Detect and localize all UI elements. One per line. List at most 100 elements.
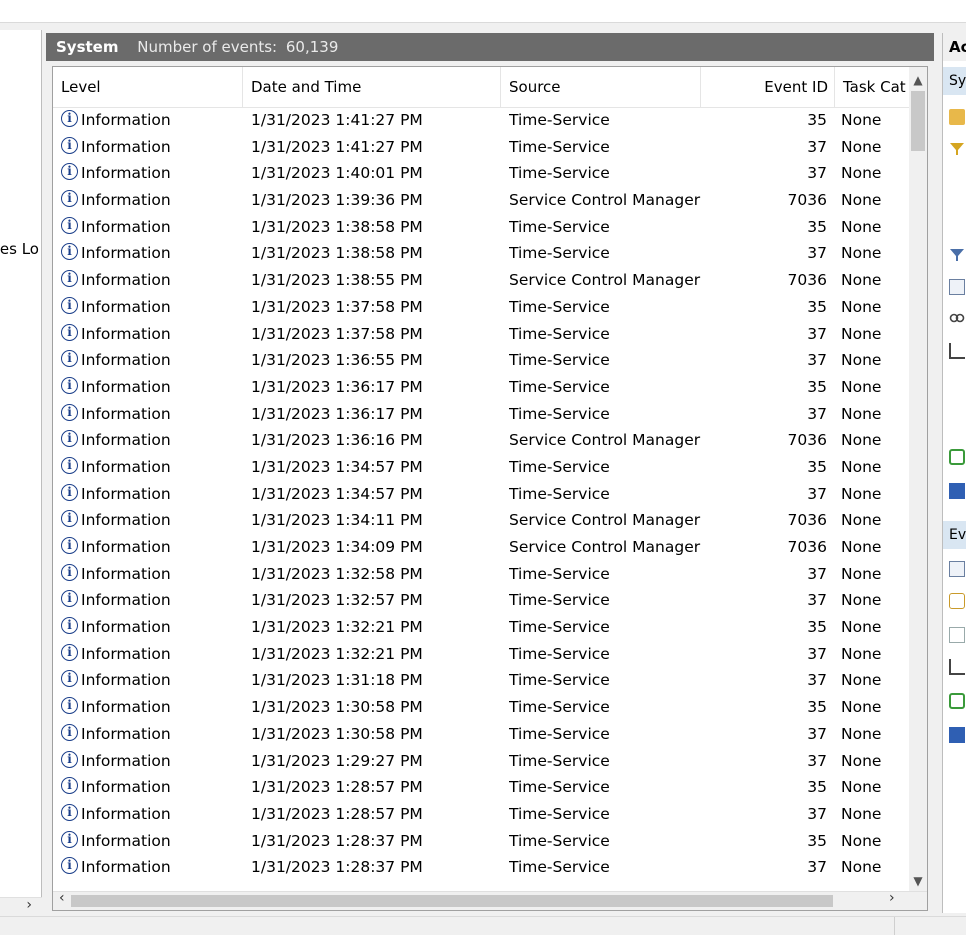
level-text: Information [81, 111, 171, 129]
cell-level: i Information [61, 534, 251, 561]
cell-event-id: 37 [807, 724, 827, 743]
level-text: Information [81, 751, 171, 770]
info-icon: i [61, 777, 78, 795]
table-row[interactable]: i Information 1/31/2023 1:34:57 PM Time-Ser… [53, 454, 911, 481]
table-row[interactable]: i Information 1/31/2023 1:36:55 PM Time-Ser… [53, 347, 911, 374]
help-icon[interactable] [949, 727, 965, 743]
actions-section-event[interactable]: Ev [943, 521, 966, 549]
chevron-right-icon[interactable]: › [889, 890, 895, 906]
table-row[interactable]: i Information 1/31/2023 1:36:16 PM Service … [53, 427, 911, 454]
find-icon[interactable] [949, 311, 965, 327]
refresh-icon[interactable] [949, 693, 965, 709]
column-header-date-time[interactable]: Date and Time [243, 67, 501, 107]
table-row[interactable]: i Information 1/31/2023 1:40:01 PM Time-Ser… [53, 160, 911, 187]
table-row[interactable]: i Information 1/31/2023 1:31:18 PM Time-Ser… [53, 667, 911, 694]
cell-task-category: None [841, 457, 882, 476]
horizontal-scrollbar[interactable]: ‹ › [53, 890, 927, 910]
cell-date-time: 1/31/2023 1:32:21 PM [251, 618, 423, 637]
cell-event-id: 35 [807, 831, 827, 850]
filter-icon[interactable] [949, 247, 965, 263]
filter-icon[interactable] [949, 141, 965, 157]
tree-horizontal-scrollbar[interactable]: › [0, 897, 42, 916]
cell-task-category: None [841, 618, 882, 637]
vertical-scrollbar[interactable]: ▲ ▼ [909, 67, 927, 894]
cell-level: i Information [61, 374, 251, 401]
table-row[interactable]: i Information 1/31/2023 1:38:58 PM Time-Ser… [53, 240, 911, 267]
table-row[interactable]: i Information 1/31/2023 1:28:37 PM Time-Ser… [53, 854, 911, 881]
table-row[interactable]: i Information 1/31/2023 1:30:58 PM Time-Ser… [53, 721, 911, 748]
table-row[interactable]: i Information 1/31/2023 1:32:57 PM Time-Ser… [53, 587, 911, 614]
table-row[interactable]: i Information 1/31/2023 1:36:17 PM Time-Ser… [53, 374, 911, 401]
info-icon: i [61, 723, 78, 741]
properties-icon[interactable] [949, 279, 965, 295]
cell-date-time: 1/31/2023 1:40:01 PM [251, 164, 423, 183]
help-icon[interactable] [949, 483, 965, 499]
table-row[interactable]: i Information 1/31/2023 1:34:57 PM Time-Ser… [53, 481, 911, 508]
info-icon: i [61, 350, 78, 368]
table-row[interactable]: i Information 1/31/2023 1:37:58 PM Time-Ser… [53, 294, 911, 321]
column-header-level[interactable]: Level [53, 67, 243, 107]
table-row[interactable]: i Information 1/31/2023 1:32:21 PM Time-Ser… [53, 614, 911, 641]
tree-item-label[interactable]: es Lo [0, 240, 39, 258]
info-icon: i [61, 830, 78, 848]
status-divider [894, 917, 895, 935]
cell-level: i Information [61, 187, 251, 214]
chevron-up-icon[interactable]: ▲ [909, 73, 927, 87]
table-row[interactable]: i Information 1/31/2023 1:41:27 PM Time-Ser… [53, 134, 911, 161]
attach-task-icon[interactable] [949, 593, 965, 609]
chevron-left-icon[interactable]: ‹ [59, 890, 65, 906]
table-row[interactable]: i Information 1/31/2023 1:38:55 PM Service … [53, 267, 911, 294]
chevron-right-icon[interactable]: › [26, 897, 32, 913]
cell-event-id: 7036 [787, 191, 827, 210]
chevron-down-icon[interactable]: ▼ [909, 874, 927, 888]
level-text: Information [81, 778, 171, 797]
cell-date-time: 1/31/2023 1:28:57 PM [251, 804, 423, 823]
table-row[interactable]: i Information 1/31/2023 1:39:36 PM Service … [53, 187, 911, 214]
cell-date-time: 1/31/2023 1:41:27 PM [251, 137, 423, 156]
table-row[interactable]: i Information 1/31/2023 1:32:21 PM Time-Ser… [53, 641, 911, 668]
table-row[interactable]: i Information 1/31/2023 1:34:11 PM Service … [53, 507, 911, 534]
level-text: Information [81, 244, 171, 263]
table-row[interactable]: i Information 1/31/2023 1:28:57 PM Time-Ser… [53, 801, 911, 828]
table-row[interactable]: i Information 1/31/2023 1:30:58 PM Time-Ser… [53, 694, 911, 721]
refresh-icon[interactable] [949, 449, 965, 465]
cell-level: i Information [61, 401, 251, 428]
cell-event-id: 37 [807, 858, 827, 877]
vertical-scroll-thumb[interactable] [911, 91, 925, 151]
cell-task-category: None [841, 778, 882, 797]
table-row[interactable]: i Information 1/31/2023 1:41:27 PM Time-Ser… [53, 107, 911, 134]
copy-icon[interactable] [949, 627, 965, 643]
actions-section-system[interactable]: Sy [943, 67, 966, 95]
cell-event-id: 37 [807, 671, 827, 690]
open-log-icon[interactable] [949, 109, 965, 125]
table-row[interactable]: i Information 1/31/2023 1:28:37 PM Time-Ser… [53, 828, 911, 855]
table-row[interactable]: i Information 1/31/2023 1:37:58 PM Time-Ser… [53, 321, 911, 348]
cell-level: i Information [61, 347, 251, 374]
info-icon: i [61, 803, 78, 821]
cell-event-id: 7036 [787, 271, 827, 290]
event-properties-icon[interactable] [949, 561, 965, 577]
actions-header: Ac [943, 33, 966, 61]
table-row[interactable]: i Information 1/31/2023 1:34:09 PM Service … [53, 534, 911, 561]
column-header-source[interactable]: Source [501, 67, 701, 107]
log-header: System Number of events: 60,139 [46, 33, 934, 61]
cell-event-id: 37 [807, 137, 827, 156]
info-icon: i [61, 136, 78, 154]
cell-date-time: 1/31/2023 1:31:18 PM [251, 671, 423, 690]
column-header-event-id[interactable]: Event ID [701, 67, 835, 107]
horizontal-scroll-thumb[interactable] [71, 895, 833, 907]
cell-date-time: 1/31/2023 1:34:09 PM [251, 538, 423, 556]
table-row[interactable]: i Information 1/31/2023 1:36:17 PM Time-Ser… [53, 401, 911, 428]
column-header-task-category[interactable]: Task Cat [835, 67, 911, 107]
save-icon[interactable] [949, 659, 965, 675]
table-row[interactable]: i Information 1/31/2023 1:38:58 PM Time-Ser… [53, 214, 911, 241]
table-row[interactable]: i Information 1/31/2023 1:29:27 PM Time-Ser… [53, 748, 911, 775]
save-icon[interactable] [949, 343, 965, 359]
cell-date-time: 1/31/2023 1:39:36 PM [251, 191, 423, 210]
cell-level: i Information [61, 507, 251, 534]
table-row[interactable]: i Information 1/31/2023 1:32:58 PM Time-Ser… [53, 561, 911, 588]
table-header: Level Date and Time Source Event ID Task… [53, 67, 911, 108]
table-row[interactable]: i Information 1/31/2023 1:28:57 PM Time-Ser… [53, 774, 911, 801]
cell-date-time: 1/31/2023 1:28:37 PM [251, 858, 423, 877]
cell-task-category: None [841, 297, 882, 316]
